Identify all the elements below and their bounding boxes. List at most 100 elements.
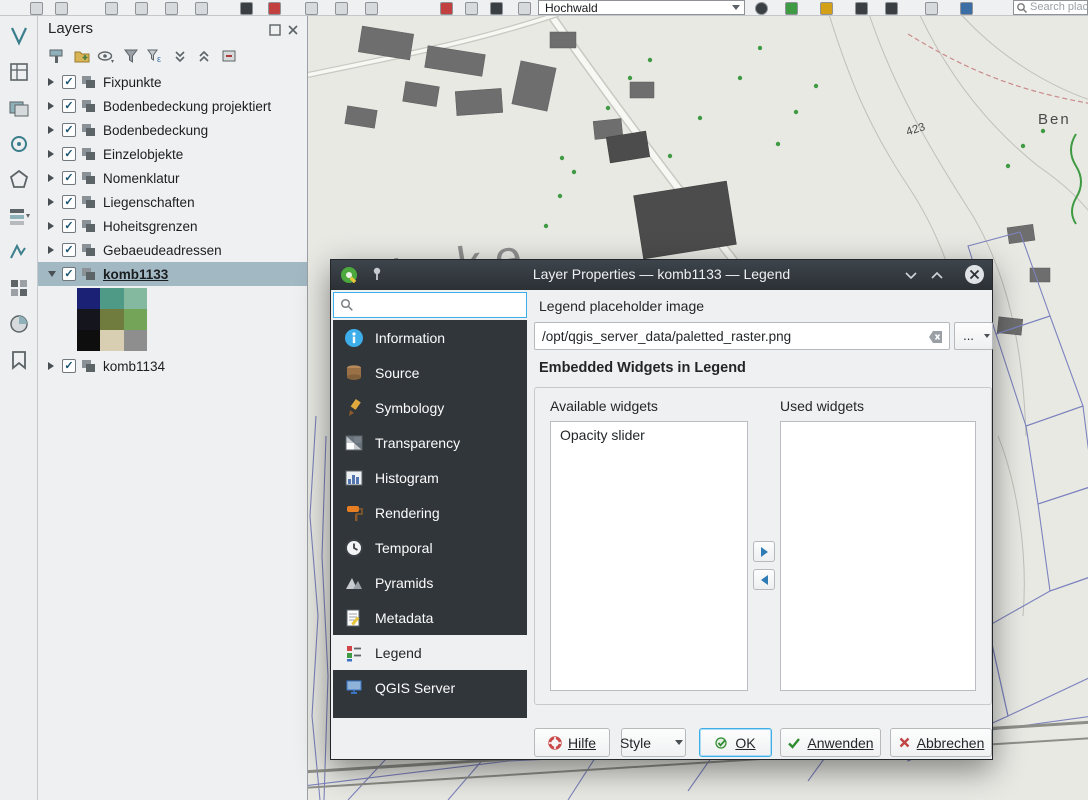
toolbar-icon[interactable] xyxy=(195,2,208,15)
layer-checkbox[interactable]: ✓ xyxy=(62,75,76,89)
dialog-titlebar[interactable]: Layer Properties — komb1133 — Legend xyxy=(331,260,992,290)
expand-arrow-icon[interactable] xyxy=(48,126,58,134)
left-toolbar-icon[interactable] xyxy=(7,204,31,228)
layer-tree-item[interactable]: ✓ Bodenbedeckung xyxy=(38,118,307,142)
move-left-button[interactable] xyxy=(753,569,775,590)
layer-tree-item[interactable]: ✓ Fixpunkte xyxy=(38,70,307,94)
expand-arrow-icon[interactable] xyxy=(48,78,58,86)
style-button[interactable]: Style xyxy=(621,728,686,757)
collapse-all-icon[interactable] xyxy=(195,47,213,65)
filter-legend-icon[interactable] xyxy=(122,47,140,65)
list-item[interactable]: Opacity slider xyxy=(551,422,747,448)
toolbar-icon[interactable] xyxy=(490,2,503,15)
tab-legend[interactable]: Legend xyxy=(333,635,527,670)
toolbar-icon[interactable] xyxy=(135,2,148,15)
layer-checkbox[interactable]: ✓ xyxy=(62,243,76,257)
clear-input-icon[interactable] xyxy=(928,329,944,350)
chevron-up-icon[interactable] xyxy=(930,269,944,287)
layer-tree-item[interactable]: ✓ Gebaeudeadressen xyxy=(38,238,307,262)
filter-expression-icon[interactable]: ε xyxy=(146,47,164,65)
panel-options-icon[interactable] xyxy=(269,23,281,35)
toolbar-icon[interactable] xyxy=(305,2,318,15)
toolbar-icon[interactable] xyxy=(518,2,531,15)
expand-all-icon[interactable] xyxy=(171,47,189,65)
layer-tree-item-selected[interactable]: ✓ komb1133 xyxy=(38,262,307,286)
help-button[interactable]: Hilfe xyxy=(534,728,610,757)
expand-arrow-icon[interactable] xyxy=(48,102,58,110)
layer-tree-item[interactable]: ✓ Einzelobjekte xyxy=(38,142,307,166)
left-toolbar-icon[interactable] xyxy=(7,348,31,372)
toolbar-icon[interactable] xyxy=(335,2,348,15)
expand-arrow-icon[interactable] xyxy=(48,174,58,182)
toolbar-icon[interactable] xyxy=(440,2,453,15)
apply-button[interactable]: Anwenden xyxy=(780,728,881,757)
left-toolbar-icon[interactable] xyxy=(7,276,31,300)
layer-checkbox[interactable]: ✓ xyxy=(62,267,76,281)
layer-checkbox[interactable]: ✓ xyxy=(62,359,76,373)
remove-layer-icon[interactable] xyxy=(220,47,238,65)
map-theme-combobox[interactable]: Hochwald xyxy=(538,0,745,15)
map-themes-icon[interactable] xyxy=(97,47,115,65)
expand-arrow-icon[interactable] xyxy=(48,150,58,158)
tab-information[interactable]: Information xyxy=(333,320,527,355)
expand-arrow-icon[interactable] xyxy=(48,198,58,206)
panel-close-icon[interactable] xyxy=(287,23,299,35)
toolbar-icon[interactable] xyxy=(268,2,281,15)
layer-tree-item[interactable]: ✓ komb1134 xyxy=(38,354,307,378)
tab-temporal[interactable]: Temporal xyxy=(333,530,527,565)
tab-source[interactable]: Source xyxy=(333,355,527,390)
tab-rendering[interactable]: Rendering xyxy=(333,495,527,530)
layer-checkbox[interactable]: ✓ xyxy=(62,195,76,209)
layer-tree-item[interactable]: ✓ Liegenschaften xyxy=(38,190,307,214)
left-toolbar-icon[interactable] xyxy=(7,96,31,120)
layer-checkbox[interactable]: ✓ xyxy=(62,147,76,161)
layer-tree-item[interactable]: ✓ Bodenbedeckung projektiert xyxy=(38,94,307,118)
move-right-button[interactable] xyxy=(753,541,775,562)
expand-arrow-icon[interactable] xyxy=(48,222,58,230)
chevron-down-icon[interactable] xyxy=(904,269,918,287)
layer-tree-item[interactable]: ✓ Hoheitsgrenzen xyxy=(38,214,307,238)
browse-dropdown-icon[interactable] xyxy=(982,322,993,350)
toolbar-icon[interactable] xyxy=(55,2,68,15)
used-widgets-list[interactable] xyxy=(780,421,976,691)
layer-checkbox[interactable]: ✓ xyxy=(62,171,76,185)
left-toolbar-icon[interactable] xyxy=(7,60,31,84)
toolbar-icon[interactable] xyxy=(465,2,478,15)
placeholder-path-field[interactable] xyxy=(534,322,950,350)
close-icon[interactable] xyxy=(965,265,984,284)
properties-search-input[interactable] xyxy=(358,298,518,313)
tab-transparency[interactable]: Transparency xyxy=(333,425,527,460)
expand-arrow-icon[interactable] xyxy=(48,246,58,254)
cancel-button[interactable]: Abbrechen xyxy=(890,728,992,757)
layer-checkbox[interactable]: ✓ xyxy=(62,99,76,113)
properties-search-box[interactable] xyxy=(333,292,527,318)
layer-checkbox[interactable]: ✓ xyxy=(62,123,76,137)
placeholder-path-input[interactable] xyxy=(542,324,924,348)
tab-qgis-server[interactable]: QGIS Server xyxy=(333,670,527,705)
toolbar-icon[interactable] xyxy=(105,2,118,15)
toolbar-icon[interactable] xyxy=(785,2,798,15)
ok-button[interactable]: OK xyxy=(699,728,772,757)
toolbar-icon[interactable] xyxy=(820,2,833,15)
left-toolbar-icon[interactable] xyxy=(7,240,31,264)
available-widgets-list[interactable]: Opacity slider xyxy=(550,421,748,691)
tab-pyramids[interactable]: Pyramids xyxy=(333,565,527,600)
search-place-input[interactable]: Search place, stre xyxy=(1013,0,1088,15)
toolbar-icon[interactable] xyxy=(30,2,43,15)
toolbar-icon[interactable] xyxy=(365,2,378,15)
tab-metadata[interactable]: Metadata xyxy=(333,600,527,635)
left-toolbar-icon[interactable] xyxy=(7,132,31,156)
add-group-icon[interactable] xyxy=(73,47,91,65)
collapse-arrow-icon[interactable] xyxy=(48,271,58,277)
toolbar-icon[interactable] xyxy=(855,2,868,15)
layer-tree-item[interactable]: ✓ Nomenklatur xyxy=(38,166,307,190)
tab-histogram[interactable]: Histogram xyxy=(333,460,527,495)
tab-symbology[interactable]: Symbology xyxy=(333,390,527,425)
layer-checkbox[interactable]: ✓ xyxy=(62,219,76,233)
info-badge-icon[interactable] xyxy=(755,2,768,15)
left-toolbar-icon[interactable] xyxy=(7,312,31,336)
toolbar-icon[interactable] xyxy=(240,2,253,15)
layer-styling-icon[interactable] xyxy=(48,47,66,65)
left-toolbar-icon[interactable] xyxy=(7,168,31,192)
toolbar-icon[interactable] xyxy=(165,2,178,15)
